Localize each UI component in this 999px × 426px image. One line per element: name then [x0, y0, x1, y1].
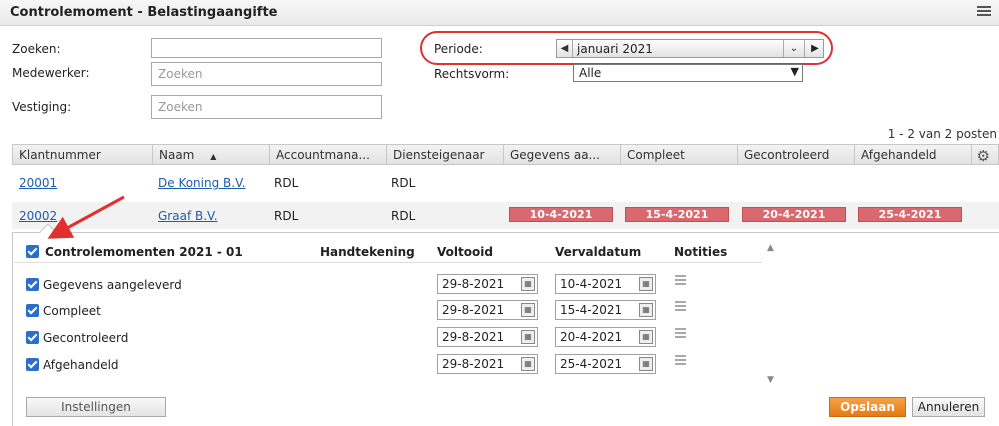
periode-value: januari 2021 — [577, 42, 653, 56]
calendar-icon[interactable]: ▦ — [521, 330, 535, 344]
col-klantnummer[interactable]: Klantnummer — [13, 145, 153, 164]
calendar-icon[interactable]: ▦ — [639, 303, 653, 317]
calendar-icon[interactable]: ▦ — [521, 303, 535, 317]
select-all-checkbox[interactable] — [26, 245, 39, 258]
item-label: Afgehandeld — [43, 358, 119, 372]
annuleren-button[interactable]: Annuleren — [912, 397, 985, 417]
item-label: Gegevens aangeleverd — [43, 278, 182, 292]
col-voltooid: Voltooid — [437, 245, 493, 259]
accountmanager-cell: RDL — [274, 209, 299, 223]
medewerker-input[interactable]: Zoeken — [151, 62, 382, 86]
vervaldatum-date-field[interactable]: 25-4-2021 ▦ — [555, 354, 656, 374]
vervaldatum-value: 15-4-2021 — [560, 303, 623, 317]
sort-ascending-icon: ▲ — [210, 152, 217, 161]
table-row[interactable]: 20001 De Koning B.V. RDL RDL — [12, 169, 999, 196]
chevron-down-icon: ▼ — [790, 65, 799, 78]
scroll-up-icon[interactable]: ▲ — [767, 243, 774, 253]
status-badge[interactable]: 15-4-2021 — [625, 207, 729, 222]
item-checkbox[interactable] — [26, 331, 39, 344]
status-badge[interactable]: 25-4-2021 — [858, 207, 962, 222]
col-handtekening: Handtekening — [320, 245, 415, 259]
calendar-icon[interactable]: ▦ — [521, 357, 535, 371]
col-naam-label: Naam — [159, 148, 195, 162]
voltooid-value: 29-8-2021 — [442, 357, 505, 371]
item-label: Gecontroleerd — [43, 331, 129, 345]
rechtsvorm-value: Alle — [579, 66, 602, 80]
col-gegevens[interactable]: Gegevens aa... — [504, 145, 621, 164]
table-row[interactable]: 20002 Graaf B.V. RDL RDL 10-4-2021 15-4-… — [12, 202, 999, 229]
col-gecontroleerd[interactable]: Gecontroleerd — [738, 145, 855, 164]
col-compleet[interactable]: Compleet — [621, 145, 738, 164]
vestiging-label: Vestiging: — [12, 100, 72, 114]
naam-link[interactable]: De Koning B.V. — [158, 176, 246, 190]
notes-icon[interactable] — [675, 301, 689, 314]
divider — [14, 262, 762, 263]
naam-link[interactable]: Graaf B.V. — [158, 209, 218, 223]
title-bar: Controlemoment - Belastingaangifte — [0, 0, 999, 26]
notes-icon[interactable] — [675, 275, 689, 288]
notes-icon[interactable] — [675, 355, 689, 368]
medewerker-label: Medewerker: — [12, 66, 90, 80]
vervaldatum-date-field[interactable]: 15-4-2021 ▦ — [555, 300, 656, 320]
rechtsvorm-label: Rechtsvorm: — [434, 67, 510, 81]
voltooid-date-field[interactable]: 29-8-2021 ▦ — [437, 327, 538, 347]
scroll-down-icon[interactable]: ▼ — [767, 375, 774, 385]
calendar-icon[interactable]: ▦ — [521, 277, 535, 291]
pager-info: 1 - 2 van 2 posten — [887, 127, 997, 141]
gear-icon[interactable]: ⚙ — [977, 147, 990, 165]
notes-icon[interactable] — [675, 328, 689, 341]
col-notities: Notities — [674, 245, 728, 259]
periode-label: Periode: — [434, 42, 483, 56]
zoeken-input[interactable] — [151, 38, 382, 58]
item-checkbox[interactable] — [26, 278, 39, 291]
list-icon[interactable] — [977, 6, 991, 20]
calendar-icon[interactable]: ▦ — [639, 357, 653, 371]
detail-title: Controlemomenten 2021 - 01 — [45, 245, 243, 259]
periode-selector[interactable]: ◀ januari 2021 ⌄ ▶ — [556, 39, 824, 58]
window-title: Controlemoment - Belastingaangifte — [10, 5, 278, 20]
next-period-button[interactable]: ▶ — [807, 40, 823, 57]
voltooid-value: 29-8-2021 — [442, 303, 505, 317]
grid-header: Klantnummer Naam ▲ Accountmana... Dienst… — [12, 144, 999, 165]
vervaldatum-date-field[interactable]: 20-4-2021 ▦ — [555, 327, 656, 347]
item-checkbox[interactable] — [26, 304, 39, 317]
col-accountmanager[interactable]: Accountmana... — [270, 145, 387, 164]
voltooid-value: 29-8-2021 — [442, 277, 505, 291]
instellingen-button[interactable]: Instellingen — [26, 397, 166, 417]
vervaldatum-date-field[interactable]: 10-4-2021 ▦ — [555, 274, 656, 294]
klantnummer-link[interactable]: 20002 — [19, 209, 57, 223]
col-naam[interactable]: Naam ▲ — [153, 145, 270, 164]
item-checkbox[interactable] — [26, 358, 39, 371]
status-badge[interactable]: 10-4-2021 — [509, 207, 613, 222]
col-diensteigenaar[interactable]: Diensteigenaar — [387, 145, 504, 164]
calendar-icon[interactable]: ▦ — [639, 330, 653, 344]
voltooid-date-field[interactable]: 29-8-2021 ▦ — [437, 354, 538, 374]
voltooid-date-field[interactable]: 29-8-2021 ▦ — [437, 300, 538, 320]
diensteigenaar-cell: RDL — [391, 176, 416, 190]
vestiging-input[interactable]: Zoeken — [151, 95, 382, 119]
klantnummer-link[interactable]: 20001 — [19, 176, 57, 190]
col-vervaldatum: Vervaldatum — [555, 245, 642, 259]
accountmanager-cell: RDL — [274, 176, 299, 190]
chevron-down-icon[interactable]: ⌄ — [783, 40, 805, 57]
col-afgehandeld[interactable]: Afgehandeld — [855, 145, 972, 164]
vervaldatum-value: 25-4-2021 — [560, 357, 623, 371]
item-label: Compleet — [43, 304, 101, 318]
voltooid-value: 29-8-2021 — [442, 330, 505, 344]
calendar-icon[interactable]: ▦ — [639, 277, 653, 291]
rechtsvorm-select[interactable]: Alle ▼ — [573, 64, 803, 82]
status-badge[interactable]: 20-4-2021 — [742, 207, 846, 222]
opslaan-button[interactable]: Opslaan — [829, 397, 906, 417]
previous-period-button[interactable]: ◀ — [557, 40, 573, 57]
diensteigenaar-cell: RDL — [391, 209, 416, 223]
zoeken-label: Zoeken: — [12, 42, 61, 56]
vervaldatum-value: 20-4-2021 — [560, 330, 623, 344]
vervaldatum-value: 10-4-2021 — [560, 277, 623, 291]
voltooid-date-field[interactable]: 29-8-2021 ▦ — [437, 274, 538, 294]
